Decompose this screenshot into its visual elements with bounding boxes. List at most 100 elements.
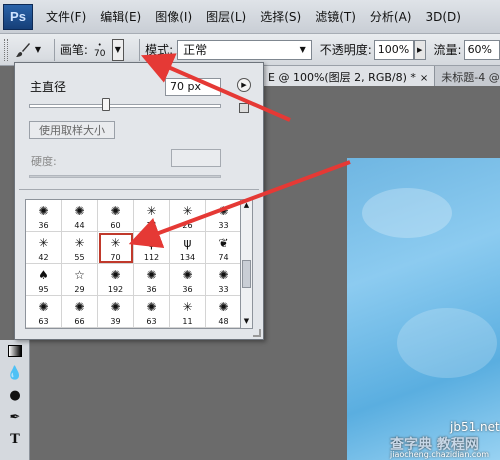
watermark-site: jb51.net: [450, 420, 500, 434]
menu-filter[interactable]: 滤镜(T): [308, 0, 363, 34]
brush-picker-panel: 主直径 70 px ▶ 使用取样大小 硬度: ✺ 36 ✺ 44 ✺ 60 ✳ 14 ✳ 26 ✺ 3…: [14, 62, 264, 340]
diameter-input[interactable]: 70 px: [165, 78, 221, 96]
brush-preset[interactable]: ✺ 63: [26, 296, 62, 328]
brush-preset[interactable]: ✳ 55: [62, 232, 98, 264]
brush-preset[interactable]: ✳ 14: [134, 200, 170, 232]
hardness-label: 硬度:: [31, 155, 57, 168]
opacity-input[interactable]: 100%: [373, 39, 414, 60]
splatter-icon: ✺: [74, 299, 85, 314]
brush-preset[interactable]: ☆ 29: [62, 264, 98, 296]
panel-menu-arrow-icon[interactable]: ▶: [237, 78, 251, 92]
menu-select[interactable]: 选择(S): [253, 0, 308, 34]
cloud-shape: [397, 308, 497, 378]
hardness-slider-track[interactable]: [29, 175, 221, 178]
close-icon[interactable]: ×: [420, 73, 428, 84]
tab-document-1[interactable]: E @ 100%(图层 2, RGB/8) * ×: [262, 66, 436, 86]
diameter-slider-track[interactable]: [29, 104, 221, 108]
brush-preset[interactable]: ✺ 33: [206, 264, 240, 296]
document-tabs: E @ 100%(图层 2, RGB/8) * × 未标题-4 @ 1: [262, 66, 500, 86]
brush-size-label: 55: [74, 253, 85, 262]
brush-size-label: 39: [110, 317, 121, 326]
brush-picker-button[interactable]: ▼: [111, 38, 125, 61]
star-burst-icon: ✳: [146, 203, 157, 218]
pen-tool-icon[interactable]: ✒: [0, 406, 30, 428]
brush-preview[interactable]: • 70: [90, 38, 110, 62]
mode-select[interactable]: 正常 ▼: [177, 39, 312, 60]
brush-preset-grid: ✺ 36 ✺ 44 ✺ 60 ✳ 14 ✳ 26 ✺ 33 ✳ 42 ✳ 55 ✳ 70 ψ 112 ψ 134 ❦ 74 ♠ 9…: [25, 199, 241, 329]
scroll-thumb[interactable]: [242, 260, 251, 288]
brush-size-label: 42: [38, 253, 49, 262]
flow-label: 流量:: [433, 43, 462, 57]
scroll-up-icon[interactable]: ▲: [241, 200, 252, 211]
diameter-slider-thumb[interactable]: [101, 98, 110, 111]
brush-preset[interactable]: ψ 112: [134, 232, 170, 264]
menu-3d[interactable]: 3D(D): [418, 0, 467, 34]
brush-preset[interactable]: ✺ 192: [98, 264, 134, 296]
watermark: jb51.net 查字典 教程网 jiaocheng.chazidian.com: [390, 420, 500, 460]
brush-label: 画笔:: [59, 43, 88, 57]
flow-input[interactable]: 60%: [463, 39, 500, 60]
use-sample-size-button[interactable]: 使用取样大小: [29, 121, 115, 139]
opacity-slider-button[interactable]: ▶: [413, 39, 426, 60]
splatter-icon: ✺: [110, 203, 121, 218]
brush-size-value: 70: [94, 48, 106, 59]
brush-preset[interactable]: ✳ 26: [170, 200, 206, 232]
menu-analysis[interactable]: 分析(A): [363, 0, 419, 34]
brush-preset[interactable]: ✺ 48: [206, 296, 240, 328]
brush-size-label: 66: [74, 317, 85, 326]
brush-preset-selected[interactable]: ✳ 70: [98, 232, 134, 264]
splatter-icon: ✺: [218, 299, 229, 314]
brush-preset[interactable]: ✺ 63: [134, 296, 170, 328]
document-canvas[interactable]: [347, 158, 500, 460]
menu-file[interactable]: 文件(F): [39, 0, 93, 34]
photoshop-window: Ps 文件(F) 编辑(E) 图像(I) 图层(L) 选择(S) 滤镜(T) 分…: [0, 0, 500, 460]
brush-preset[interactable]: ✳ 42: [26, 232, 62, 264]
menu-layer[interactable]: 图层(L): [199, 0, 253, 34]
brush-preset[interactable]: ✳ 11: [170, 296, 206, 328]
splatter-icon: ✺: [110, 267, 121, 282]
chevron-down-icon: ▼: [299, 45, 306, 54]
brush-preset[interactable]: ✺ 33: [206, 200, 240, 232]
brush-size-label: 112: [143, 253, 160, 262]
brush-preset[interactable]: ✺ 66: [62, 296, 98, 328]
brush-preset[interactable]: ✺ 44: [62, 200, 98, 232]
brush-preset[interactable]: ♠ 95: [26, 264, 62, 296]
cloud-shape: [362, 188, 452, 238]
star-burst-icon: ✳: [110, 235, 121, 250]
blur-tool-icon[interactable]: 💧: [0, 362, 30, 384]
grass-icon: ψ: [183, 235, 192, 250]
brush-tool-icon[interactable]: [12, 39, 35, 61]
gradient-tool-icon[interactable]: [0, 340, 30, 362]
dodge-tool-icon[interactable]: ●: [0, 384, 30, 406]
resize-handle-icon[interactable]: [253, 329, 261, 337]
brush-size-label: 192: [107, 285, 124, 294]
scroll-down-icon[interactable]: ▼: [241, 316, 252, 327]
hardness-input[interactable]: [171, 149, 221, 167]
brush-size-label: 33: [218, 285, 229, 294]
star-burst-icon: ✳: [182, 299, 193, 314]
type-tool-icon[interactable]: T: [0, 428, 30, 450]
brush-size-label: 44: [74, 221, 85, 230]
tab-document-2[interactable]: 未标题-4 @ 1: [435, 66, 500, 86]
reset-size-icon[interactable]: [239, 103, 249, 113]
star-burst-icon: ✳: [182, 203, 193, 218]
menu-edit[interactable]: 编辑(E): [93, 0, 148, 34]
splatter-icon: ✺: [218, 267, 229, 282]
menu-image[interactable]: 图像(I): [148, 0, 199, 34]
separator: [54, 38, 55, 61]
mode-value: 正常: [183, 43, 208, 57]
brush-size-label: 70: [110, 253, 121, 262]
brush-preset[interactable]: ✺ 60: [98, 200, 134, 232]
opacity-label: 不透明度:: [319, 43, 372, 57]
brush-preset[interactable]: ✺ 36: [170, 264, 206, 296]
brush-grid-scrollbar[interactable]: ▲ ▼: [241, 199, 253, 329]
brush-preset[interactable]: ❦ 74: [206, 232, 240, 264]
brush-preset[interactable]: ✺ 36: [134, 264, 170, 296]
options-grip[interactable]: [4, 38, 8, 61]
tab-label: 未标题-4 @ 1: [441, 71, 500, 84]
tool-preset-arrow-icon[interactable]: ▼: [35, 45, 41, 54]
brush-size-label: 36: [182, 285, 193, 294]
brush-preset[interactable]: ✺ 36: [26, 200, 62, 232]
brush-preset[interactable]: ✺ 39: [98, 296, 134, 328]
brush-preset[interactable]: ψ 134: [170, 232, 206, 264]
